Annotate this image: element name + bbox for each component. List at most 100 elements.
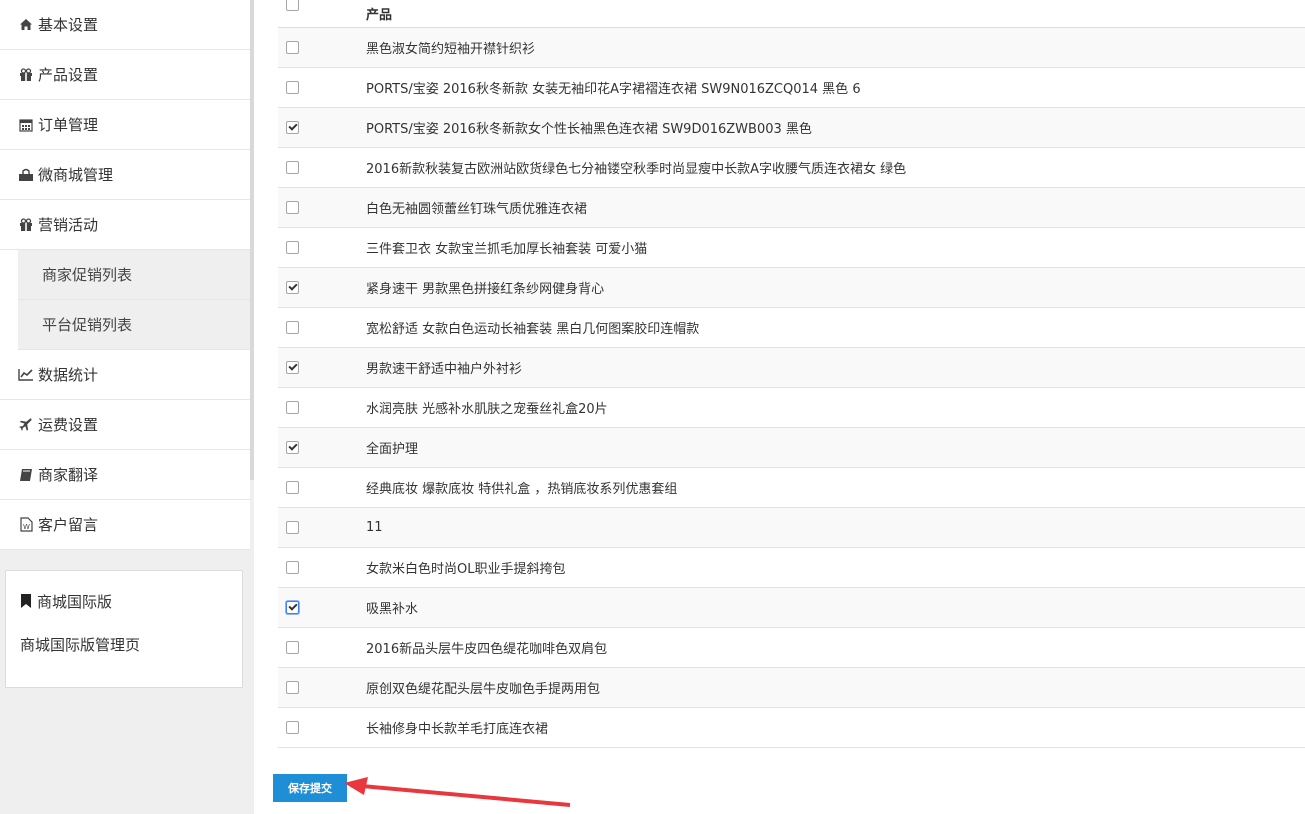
table-row: 全面护理 [278,428,1305,468]
product-name: 黑色淑女简约短袖开襟针织衫 [366,42,536,57]
chart-line-icon [18,367,34,383]
sidebar-item-basic-settings[interactable]: 基本设置 [0,0,250,50]
sidebar-item-translation[interactable]: 商家翻译 [0,450,250,500]
row-checkbox[interactable] [286,121,299,134]
product-name: 水润亮肤 光感补水肌肤之宠蚕丝礼盒20片 [366,402,608,417]
bookmark-icon [20,593,34,610]
card-title: 商城国际版 [20,591,112,612]
table-row: 黑色淑女简约短袖开襟针织衫 [278,28,1305,68]
row-checkbox[interactable] [286,41,299,54]
row-checkbox[interactable] [286,481,299,494]
sidebar-item-order-management[interactable]: 订单管理 [0,100,250,150]
product-name: PORTS/宝姿 2016秋冬新款 女装无袖印花A字裙褶连衣裙 SW9N016Z… [366,82,861,97]
column-header-product: 产品 [366,8,393,23]
table-row: 男款速干舒适中袖户外衬衫 [278,348,1305,388]
row-checkbox[interactable] [286,521,299,534]
sidebar-item-label: 运费设置 [38,416,99,434]
sidebar-item-label: 商家翻译 [38,466,99,484]
table-row: 吸黑补水 [278,588,1305,628]
product-name: 2016新品头层牛皮四色缇花咖啡色双肩包 [366,642,608,657]
row-checkbox[interactable] [286,641,299,654]
product-name: 11 [366,520,383,535]
plane-icon [18,417,34,433]
home-icon [18,17,34,33]
calendar-icon [18,117,34,133]
row-checkbox[interactable] [286,281,299,294]
table-row: PORTS/宝姿 2016秋冬新款 女装无袖印花A字裙褶连衣裙 SW9N016Z… [278,68,1305,108]
sidebar-item-label: 订单管理 [38,116,99,134]
row-checkbox[interactable] [286,441,299,454]
sidebar-item-statistics[interactable]: 数据统计 [0,350,250,400]
table-row: 女款米白色时尚OL职业手提斜挎包 [278,548,1305,588]
sidebar-item-label: 微商城管理 [38,166,114,184]
product-name: 2016新款秋装复古欧洲站欧货绿色七分袖镂空秋季时尚显瘦中长款A字收腰气质连衣裙… [366,162,907,177]
gift-icon [18,67,34,83]
gift-icon [18,217,34,233]
sidebar-item-label: 客户留言 [38,516,99,534]
table-header: 产品 [278,0,1305,28]
table-row: 白色无袖圆领蕾丝钉珠气质优雅连衣裙 [278,188,1305,228]
international-card: 商城国际版 商城国际版管理页 [5,570,243,688]
sidebar-item-product-settings[interactable]: 产品设置 [0,50,250,100]
sidebar-subitem-label: 平台促销列表 [42,316,133,334]
row-checkbox[interactable] [286,81,299,94]
product-name: 女款米白色时尚OL职业手提斜挎包 [366,562,566,577]
sidebar-item-shipping[interactable]: 运费设置 [0,400,250,450]
row-checkbox[interactable] [286,721,299,734]
product-name: 紧身速干 男款黑色拼接红条纱网健身背心 [366,282,605,297]
row-checkbox[interactable] [286,601,299,614]
sidebar-item-marketing[interactable]: 营销活动 [0,200,250,250]
product-name: 宽松舒适 女款白色运动长袖套装 黑白几何图案胶印连帽款 [366,322,700,337]
shop-icon [18,167,34,183]
product-name: 白色无袖圆领蕾丝钉珠气质优雅连衣裙 [366,202,588,217]
sidebar-item-label: 基本设置 [38,16,99,34]
table-row: 11 [278,508,1305,548]
table-row: 2016新品头层牛皮四色缇花咖啡色双肩包 [278,628,1305,668]
sidebar-scrollbar[interactable] [250,0,254,480]
sidebar-subitem-merchant-promotions[interactable]: 商家促销列表 [18,250,250,300]
table-row: 紧身速干 男款黑色拼接红条纱网健身背心 [278,268,1305,308]
book-icon [18,467,34,483]
table-row: 长袖修身中长款羊毛打底连衣裙 [278,708,1305,748]
sidebar-item-label: 营销活动 [38,216,99,234]
table-row: 原创双色缇花配头层牛皮咖色手提两用包 [278,668,1305,708]
product-name: 原创双色缇花配头层牛皮咖色手提两用包 [366,682,601,697]
sidebar-item-label: 产品设置 [38,66,99,84]
document-icon: W [18,517,34,533]
row-checkbox[interactable] [286,561,299,574]
row-checkbox[interactable] [286,201,299,214]
row-checkbox[interactable] [286,401,299,414]
row-checkbox[interactable] [286,241,299,254]
product-table: 产品 黑色淑女简约短袖开襟针织衫 PORTS/宝姿 2016秋冬新款 女装无袖印花… [278,0,1305,748]
sidebar-subitem-platform-promotions[interactable]: 平台促销列表 [18,300,250,350]
product-name: PORTS/宝姿 2016秋冬新款女个性长袖黑色连衣裙 SW9D016ZWB00… [366,122,812,137]
svg-text:W: W [23,523,30,531]
product-name: 全面护理 [366,442,419,457]
card-title-text: 商城国际版 [37,593,113,611]
international-admin-link[interactable]: 商城国际版管理页 [20,634,140,655]
table-row: 水润亮肤 光感补水肌肤之宠蚕丝礼盒20片 [278,388,1305,428]
sidebar-subitem-label: 商家促销列表 [42,266,133,284]
row-checkbox[interactable] [286,681,299,694]
sidebar: 基本设置 产品设置 订单管理 微商城管理 营销活动 商家促销列表 平台促销列表 … [0,0,254,814]
row-checkbox[interactable] [286,321,299,334]
sidebar-item-micro-mall[interactable]: 微商城管理 [0,150,250,200]
table-row: 2016新款秋装复古欧洲站欧货绿色七分袖镂空秋季时尚显瘦中长款A字收腰气质连衣裙… [278,148,1305,188]
save-submit-button[interactable]: 保存提交 [273,774,347,802]
table-row: 经典底妆 爆款底妆 特供礼盒 ，热销底妆系列优惠套组 [278,468,1305,508]
product-name: 长袖修身中长款羊毛打底连衣裙 [366,722,549,737]
sidebar-item-label: 数据统计 [38,366,99,384]
product-name: 经典底妆 爆款底妆 特供礼盒 ，热销底妆系列优惠套组 [366,482,678,497]
table-row: PORTS/宝姿 2016秋冬新款女个性长袖黑色连衣裙 SW9D016ZWB00… [278,108,1305,148]
product-name: 吸黑补水 [366,602,419,617]
annotation-arrow [344,777,571,807]
table-row: 三件套卫衣 女款宝兰抓毛加厚长袖套装 可爱小猫 [278,228,1305,268]
select-all-checkbox[interactable] [286,0,299,11]
sidebar-nav: 基本设置 产品设置 订单管理 微商城管理 营销活动 商家促销列表 平台促销列表 … [0,0,250,550]
table-row: 宽松舒适 女款白色运动长袖套装 黑白几何图案胶印连帽款 [278,308,1305,348]
row-checkbox[interactable] [286,161,299,174]
sidebar-item-customer-messages[interactable]: W 客户留言 [0,500,250,550]
row-checkbox[interactable] [286,361,299,374]
product-name: 男款速干舒适中袖户外衬衫 [366,362,523,377]
product-name: 三件套卫衣 女款宝兰抓毛加厚长袖套装 可爱小猫 [366,242,648,257]
